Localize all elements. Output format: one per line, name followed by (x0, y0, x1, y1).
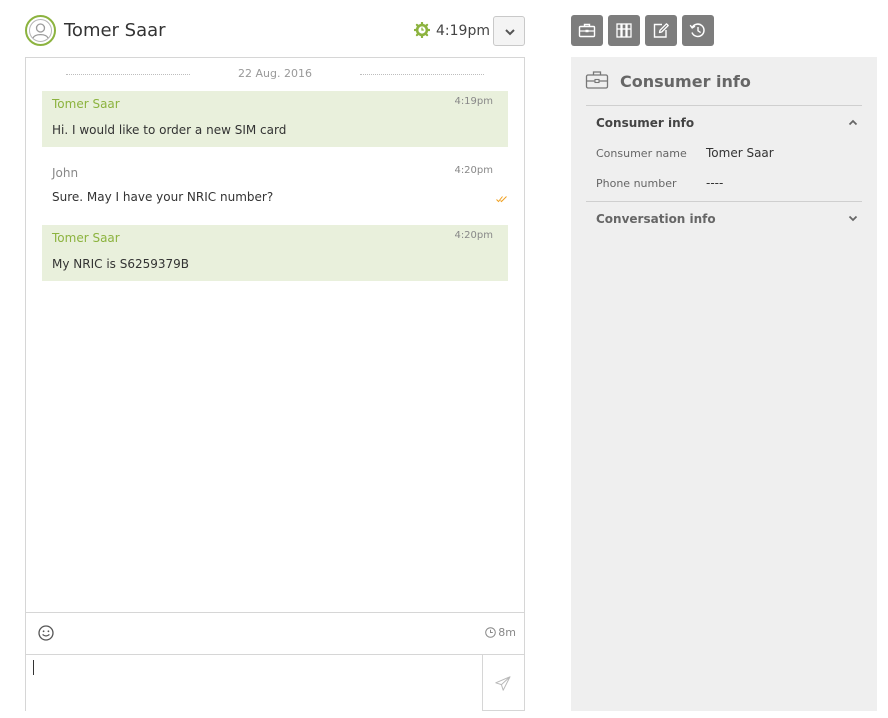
message-text: Sure. May I have your NRIC number? (52, 190, 274, 204)
composer-toolbar: 8m (26, 612, 524, 654)
message-input[interactable] (26, 655, 482, 711)
row-label: Phone number (596, 177, 677, 190)
read-receipt-icon (496, 196, 507, 203)
composer (26, 654, 524, 711)
avatar (25, 15, 56, 46)
user-icon (29, 19, 52, 42)
text-cursor (33, 660, 34, 675)
row-value: Tomer Saar (706, 146, 774, 160)
section-header[interactable]: Consumer info (596, 116, 694, 130)
emoji-icon[interactable] (38, 625, 54, 641)
history-icon (689, 23, 705, 38)
history-button[interactable] (682, 15, 714, 46)
message-time: 4:20pm (454, 230, 493, 241)
notes-button[interactable] (645, 15, 677, 46)
message-agent: John 4:20pm Sure. May I have your NRIC n… (42, 160, 508, 212)
chevron-down-icon[interactable] (848, 215, 858, 222)
status-clock-icon (414, 22, 430, 38)
message-author: Tomer Saar (52, 231, 120, 245)
send-button[interactable] (482, 655, 524, 711)
header-time: 4:19pm (436, 23, 490, 39)
chat-panel: 22 Aug. 2016 Tomer Saar 4:19pm Hi. I wou… (25, 57, 525, 711)
panel-title: Consumer info (620, 72, 751, 91)
row-label: Consumer name (596, 147, 687, 160)
consumer-info-panel: Consumer info Consumer info Consumer nam… (571, 57, 877, 711)
conversation-menu-button[interactable] (493, 16, 525, 46)
chevron-down-icon (505, 29, 515, 36)
message-author: John (52, 166, 79, 180)
clock-icon (485, 627, 497, 638)
date-separator: 22 Aug. 2016 (66, 67, 484, 81)
chat-header: Tomer Saar 4:19pm (25, 14, 525, 48)
edit-icon (653, 23, 669, 38)
binders-icon (616, 23, 632, 38)
timer-value: 8m (498, 626, 516, 639)
message-consumer: Tomer Saar 4:20pm My NRIC is S6259379B (42, 225, 508, 281)
message-text: My NRIC is S6259379B (52, 257, 190, 271)
message-text: Hi. I would like to order a new SIM card (52, 123, 287, 137)
briefcase-icon (578, 23, 596, 38)
section-header[interactable]: Conversation info (596, 212, 716, 226)
divider (360, 74, 484, 75)
consumer-name: Tomer Saar (64, 20, 166, 41)
conversation-info-section: Conversation info (586, 201, 862, 237)
consumer-info-section: Consumer info Consumer name Tomer Saar P… (586, 105, 862, 201)
message-time: 4:20pm (454, 165, 493, 176)
message-author: Tomer Saar (52, 97, 120, 111)
row-value: ---- (706, 176, 724, 190)
elapsed-timer: 8m (485, 626, 516, 639)
chevron-up-icon[interactable] (848, 119, 858, 126)
binders-button[interactable] (608, 15, 640, 46)
briefcase-icon (585, 71, 609, 89)
consumer-info-button[interactable] (571, 15, 603, 46)
message-consumer: Tomer Saar 4:19pm Hi. I would like to or… (42, 91, 508, 147)
message-time: 4:19pm (454, 96, 493, 107)
send-icon (495, 676, 511, 691)
